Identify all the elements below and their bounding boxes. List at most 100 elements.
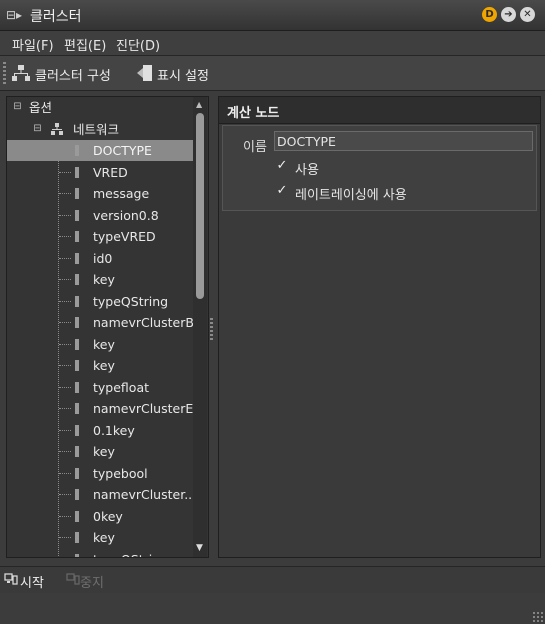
tree-node-item[interactable]: typefloat xyxy=(7,377,193,398)
node-icon xyxy=(75,446,79,457)
detail-header: 계산 노드 xyxy=(219,97,540,124)
stop-button: 중지 xyxy=(80,576,104,591)
tree-node-item[interactable]: key xyxy=(7,441,193,462)
status-bar xyxy=(0,593,545,624)
menu-file[interactable]: 파일(F) xyxy=(12,35,54,54)
tree-node-item[interactable]: DOCTYPE xyxy=(7,140,193,161)
tree-connector xyxy=(59,193,71,195)
stop-icon xyxy=(66,573,80,585)
use-checkbox[interactable]: ✓ xyxy=(275,159,289,173)
tree-node-item[interactable]: typeVRED xyxy=(7,226,193,247)
tree-connector xyxy=(59,515,71,518)
collapse-icon[interactable]: ⊟ xyxy=(13,102,22,112)
tree-node-item[interactable]: typebool xyxy=(7,463,193,484)
detail-panel: 계산 노드 이름 ✓ 사용 ✓ 레이트레이싱에 사용 xyxy=(218,96,541,558)
tree-node-item[interactable]: key xyxy=(7,269,193,290)
tree-connector xyxy=(59,408,71,410)
raytracing-checkbox[interactable]: ✓ xyxy=(275,184,289,198)
tree-node-item[interactable]: key xyxy=(7,527,193,548)
tree-node-label: typeQString xyxy=(93,549,168,558)
node-icon xyxy=(75,252,79,264)
tree-node-label: key xyxy=(93,358,115,373)
network-tree-icon xyxy=(12,65,30,81)
tree-node-item[interactable]: 0.1key xyxy=(7,420,193,441)
tree-node-item[interactable]: typeQString xyxy=(7,549,193,558)
cluster-config-button[interactable]: 클러스터 구성 xyxy=(35,65,111,84)
tree-node-label: DOCTYPE xyxy=(93,143,152,158)
tree-panel: ⊟ 옵션 ⊟ 네트워크 DOCTYPE VRED message version0.8 type… xyxy=(6,96,209,558)
name-input[interactable] xyxy=(274,131,533,151)
tree-item-network[interactable]: ⊟ 네트워크 xyxy=(7,119,193,140)
tree-connector xyxy=(59,300,71,303)
tree-node-item[interactable]: key xyxy=(7,334,193,355)
tree-node-label: 0key xyxy=(93,508,123,524)
tree-node-label: 0.1key xyxy=(93,422,135,438)
node-icon xyxy=(75,532,79,543)
tree-connector xyxy=(59,365,71,367)
toolbar-grip[interactable] xyxy=(3,62,6,84)
name-label: 이름 xyxy=(243,140,267,155)
tree-connector xyxy=(59,472,71,475)
node-icon xyxy=(75,295,79,307)
resize-grip[interactable] xyxy=(532,611,543,622)
scroll-up-icon[interactable]: ▲ xyxy=(196,100,202,109)
start-button[interactable]: 시작 xyxy=(20,572,44,591)
close-icon[interactable]: ✕ xyxy=(520,7,535,22)
tree-node-label: key xyxy=(93,444,115,459)
tree-node-item[interactable]: namevrClusterB... xyxy=(7,312,206,333)
node-icon xyxy=(75,231,79,242)
tree-node-item[interactable]: 0key xyxy=(7,506,193,527)
tree-node-label: typefloat xyxy=(93,379,150,395)
menu-diagnose[interactable]: 진단(D) xyxy=(116,35,160,54)
cluster-app-icon: ⊟▸ xyxy=(6,8,23,22)
tree-node-item[interactable]: id0 xyxy=(7,248,193,269)
window-title: 클러스터 xyxy=(30,9,82,25)
tree-node-label: typeVRED xyxy=(93,229,156,244)
tree-connector xyxy=(59,451,71,453)
tree-node-item[interactable]: key xyxy=(7,355,193,376)
node-icon xyxy=(75,403,79,414)
tree-node-item[interactable]: VRED xyxy=(7,162,193,183)
tree-connector xyxy=(59,150,71,152)
scroll-down-icon[interactable]: ▼ xyxy=(196,543,203,553)
start-icon[interactable] xyxy=(4,572,18,586)
menu-bar: 파일(F) 편집(E) 진단(D) xyxy=(0,31,545,56)
tree-node-item[interactable]: namevrClusterE... xyxy=(7,398,205,419)
use-label: 사용 xyxy=(295,163,319,178)
tree-connector xyxy=(59,214,71,217)
detail-title: 계산 노드 xyxy=(227,106,280,121)
tree-connector xyxy=(59,257,71,260)
tree-node-label: version0.8 xyxy=(93,207,159,223)
tree-connector xyxy=(59,171,71,174)
tree-node-item[interactable]: namevrCluster... xyxy=(7,484,196,505)
node-settings-group: 이름 ✓ 사용 ✓ 레이트레이싱에 사용 xyxy=(222,125,537,211)
menu-edit[interactable]: 편집(E) xyxy=(64,35,106,54)
tree-node-label: key xyxy=(93,336,115,352)
tree-scroll-thumb[interactable] xyxy=(196,113,204,299)
node-icon xyxy=(75,467,79,479)
tree-node-item[interactable]: version0.8 xyxy=(7,205,193,226)
node-icon xyxy=(75,424,79,436)
raytracing-label: 레이트레이싱에 사용 xyxy=(295,188,407,203)
tree-node-label: namevrClusterB... xyxy=(93,315,206,330)
node-icon xyxy=(75,338,79,350)
collapse-icon[interactable]: ⊟ xyxy=(33,123,42,133)
tree-node-item[interactable]: typeQString xyxy=(7,291,193,312)
node-icon xyxy=(75,317,79,328)
tree-node-label: key xyxy=(93,530,115,545)
title-bar: ⊟▸ 클러스터 D ➔ ✕ xyxy=(0,0,545,31)
node-icon xyxy=(75,209,79,221)
arrow-right-icon[interactable]: ➔ xyxy=(501,7,516,22)
node-icon xyxy=(75,274,79,285)
d-badge-button[interactable]: D xyxy=(482,7,497,22)
tree-node-label: namevrClusterE... xyxy=(93,401,206,416)
tree-node-label: key xyxy=(93,272,115,287)
tree-root-options[interactable]: ⊟ 옵션 xyxy=(7,97,193,118)
display-settings-button[interactable]: 표시 설정 xyxy=(157,65,209,84)
tree-node-label: typebool xyxy=(93,465,148,481)
node-icon xyxy=(75,188,79,199)
tree-node-item[interactable]: message xyxy=(7,183,193,204)
node-icon xyxy=(75,553,79,557)
panel-splitter[interactable] xyxy=(210,318,213,342)
toolbar: 클러스터 구성 표시 설정 xyxy=(0,56,545,91)
